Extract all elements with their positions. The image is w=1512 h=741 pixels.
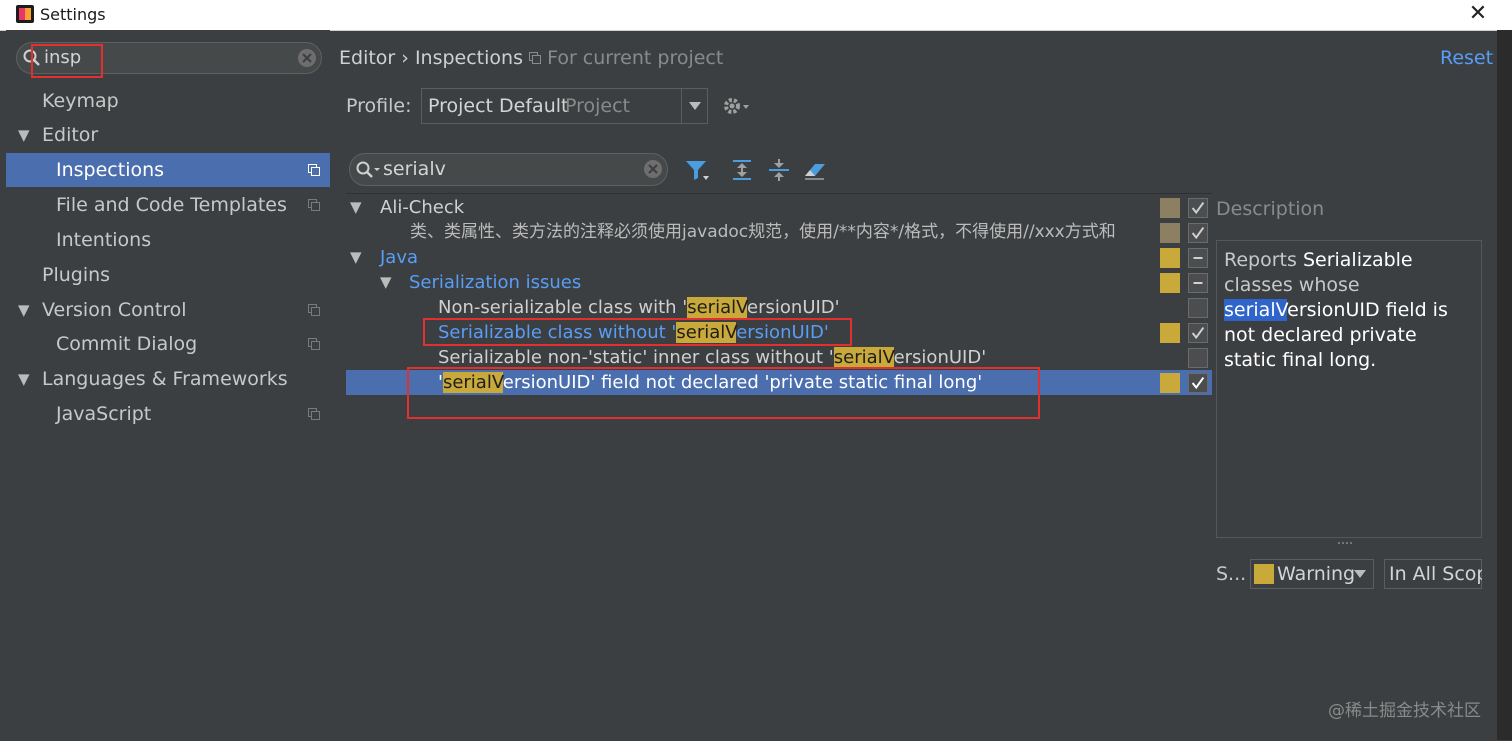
sidebar-item-label: Editor <box>42 124 99 146</box>
sidebar-item-label: Keymap <box>42 90 119 112</box>
checkbox-partial[interactable] <box>1188 248 1208 268</box>
group-label: Java <box>380 247 419 268</box>
reset-link[interactable]: Reset <box>1440 47 1493 69</box>
window-title: Settings <box>40 5 106 24</box>
sidebar-item-commit-dialog[interactable]: Commit Dialog <box>6 327 330 361</box>
sidebar-item-version-control[interactable]: ▼ Version Control <box>6 293 330 327</box>
breadcrumb-page: Inspections <box>414 47 523 69</box>
project-scope-icon <box>308 304 320 316</box>
severity-value: Warning <box>1277 563 1356 585</box>
project-scope-icon <box>529 52 542 64</box>
severity-warning-swatch <box>1160 248 1180 268</box>
sidebar-item-label: Intentions <box>56 229 152 251</box>
breadcrumb-separator: › <box>401 47 409 69</box>
description-label: Description <box>1216 198 1325 220</box>
group-label: Ali-Check <box>380 197 465 218</box>
sidebar-item-editor[interactable]: ▼ Editor <box>6 118 330 152</box>
chevron-down-icon[interactable] <box>681 89 708 123</box>
severity-warning-swatch <box>1160 273 1180 293</box>
breadcrumb: Editor › Inspections For current project <box>339 47 723 69</box>
sidebar-item-label: Languages & Frameworks <box>42 368 288 390</box>
project-scope-icon <box>308 199 320 211</box>
sidebar-item-languages-frameworks[interactable]: ▼ Languages & Frameworks <box>6 362 330 396</box>
expand-arrow-icon[interactable]: ▼ <box>18 362 30 396</box>
expand-arrow-icon[interactable]: ▼ <box>18 293 30 327</box>
profile-label: Profile: <box>346 95 412 117</box>
collapse-all-icon[interactable] <box>766 158 792 182</box>
clear-search-icon[interactable] <box>643 159 663 179</box>
sidebar-item-label: Version Control <box>42 299 187 321</box>
app-icon <box>16 5 34 23</box>
expand-all-icon[interactable] <box>729 158 755 182</box>
group-label: Serialization issues <box>409 272 582 293</box>
tree-row-java[interactable]: ▼ Java <box>346 245 1212 270</box>
expand-arrow-icon[interactable]: ▼ <box>18 118 30 152</box>
sidebar-item-javascript[interactable]: JavaScript <box>6 397 330 431</box>
sidebar-item-file-code-templates[interactable]: File and Code Templates <box>6 188 330 222</box>
expand-arrow-icon[interactable]: ▼ <box>350 195 362 220</box>
checkbox-checked[interactable] <box>1188 198 1208 218</box>
chevron-down-icon[interactable] <box>1354 570 1366 578</box>
scope-note: For current project <box>547 47 724 69</box>
inspection-filter-value: serialv <box>383 158 446 180</box>
severity-mixed-swatch <box>1160 198 1180 218</box>
checkbox-unchecked[interactable] <box>1188 298 1208 318</box>
expand-arrow-icon[interactable]: ▼ <box>350 245 362 270</box>
sidebar-item-label: Inspections <box>56 159 165 181</box>
gear-icon[interactable] <box>722 94 750 118</box>
sidebar-item-label: Commit Dialog <box>56 333 198 355</box>
checkbox-checked[interactable] <box>1188 323 1208 343</box>
description-text: Reports Serializable classes whose seria… <box>1224 249 1448 371</box>
inspection-label: Non-serializable class with 'serialVersi… <box>438 297 840 318</box>
severity-warning-swatch <box>1254 564 1274 584</box>
title-bar <box>0 0 1512 31</box>
annotation-box-uid-not-private <box>407 367 1040 419</box>
sidebar-item-label: File and Code Templates <box>56 194 287 216</box>
profile-value: Project Default <box>428 95 569 117</box>
sidebar-item-label: JavaScript <box>56 403 152 425</box>
checkbox-partial[interactable] <box>1188 273 1208 293</box>
tree-row-ali-rule[interactable]: 类、类属性、类方法的注释必须使用javadoc规范，使用/**内容*/格式，不得… <box>346 220 1212 245</box>
profile-scope: Project <box>565 95 631 117</box>
checkbox-checked[interactable] <box>1188 373 1208 393</box>
project-scope-icon <box>308 408 320 420</box>
severity-warning-swatch <box>1160 373 1180 393</box>
severity-mixed-swatch <box>1160 223 1180 243</box>
annotation-box-serializable-without-uid <box>423 318 852 346</box>
eraser-icon[interactable] <box>802 158 828 182</box>
resize-grip-icon[interactable] <box>1336 540 1356 546</box>
tree-row-ali-check[interactable]: ▼ Ali-Check <box>346 195 1212 220</box>
project-scope-icon <box>308 164 320 176</box>
breadcrumb-root: Editor <box>339 47 396 69</box>
tree-row-serialization-issues[interactable]: ▼ Serialization issues <box>346 270 1212 295</box>
checkbox-unchecked[interactable] <box>1188 348 1208 368</box>
scope-value: In All Scopes <box>1389 563 1482 585</box>
expand-arrow-icon[interactable]: ▼ <box>380 270 392 295</box>
inspection-label: 类、类属性、类方法的注释必须使用javadoc规范，使用/**内容*/格式，不得… <box>410 222 1116 242</box>
background-editor-strip <box>1497 30 1512 740</box>
severity-warning-swatch <box>1160 323 1180 343</box>
sidebar-item-inspections[interactable]: Inspections <box>6 153 330 187</box>
sidebar-item-keymap[interactable]: Keymap <box>6 84 330 118</box>
sidebar-item-plugins[interactable]: Plugins <box>6 258 330 292</box>
tree-row-non-serializable-with-uid[interactable]: Non-serializable class with 'serialVersi… <box>346 295 1212 320</box>
sidebar-item-label: Plugins <box>42 264 111 286</box>
watermark: @稀土掘金技术社区 <box>1328 701 1481 721</box>
checkbox-checked[interactable] <box>1188 223 1208 243</box>
close-icon[interactable]: ✕ <box>1466 2 1490 26</box>
project-scope-icon <box>308 338 320 350</box>
severity-label: S... <box>1216 563 1247 585</box>
filter-icon[interactable] <box>684 158 710 182</box>
annotation-box-search <box>31 44 103 78</box>
sidebar-item-intentions[interactable]: Intentions <box>6 223 330 257</box>
clear-search-icon[interactable] <box>297 48 317 68</box>
search-icon <box>356 161 380 178</box>
